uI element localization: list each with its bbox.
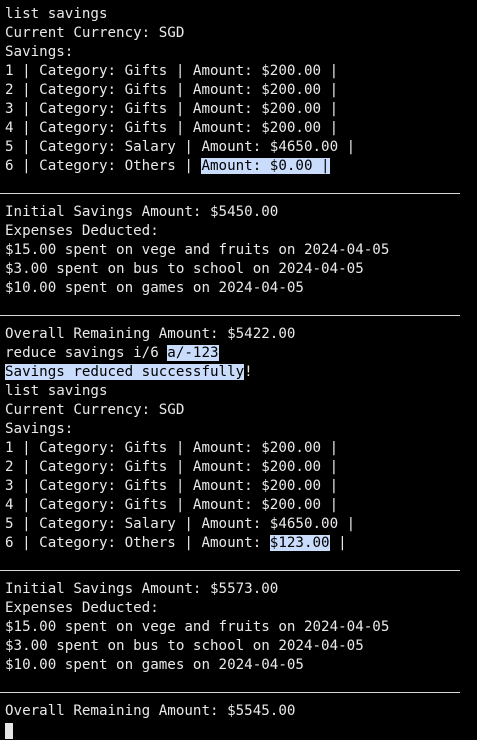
savings-row: 5 | Category: Salary | Amount: $4650.00 …	[5, 516, 356, 532]
terminal-output[interactable]: ... list savings Current Currency: SGD S…	[0, 0, 477, 740]
overall-remaining-line: Overall Remaining Amount: $5422.00	[5, 326, 296, 342]
currency-line: Current Currency: SGD	[5, 25, 185, 41]
reduce-command-line: reduce savings i/6 a/-123	[5, 344, 477, 363]
expenses-header: Expenses Deducted:	[5, 600, 159, 616]
expense-line: $15.00 spent on vege and fruits on 2024-…	[5, 619, 390, 635]
reduce-result-line: Savings reduced successfully!	[5, 363, 477, 382]
savings-row-text: 6 | Category: Others | Amount:	[5, 535, 270, 551]
divider	[0, 561, 477, 580]
savings-row: 6 | Category: Others | Amount: $123.00 |	[5, 534, 477, 553]
command-line: list savings	[5, 6, 108, 22]
savings-row: 2 | Category: Gifts | Amount: $200.00 |	[5, 82, 339, 98]
savings-row: 4 | Category: Gifts | Amount: $200.00 |	[5, 120, 339, 136]
savings-row-text: 6 | Category: Others |	[5, 158, 202, 174]
overall-remaining-line: Overall Remaining Amount: $5545.00	[5, 703, 296, 719]
selected-text[interactable]: $123.00	[269, 535, 330, 551]
text-cursor	[5, 723, 13, 739]
expense-line: $15.00 spent on vege and fruits on 2024-…	[5, 242, 390, 258]
savings-row: 1 | Category: Gifts | Amount: $200.00 |	[5, 440, 339, 456]
savings-row: 5 | Category: Salary | Amount: $4650.00 …	[5, 139, 356, 155]
expenses-header: Expenses Deducted:	[5, 223, 159, 239]
divider	[0, 683, 477, 702]
expense-line: $10.00 spent on games on 2024-04-05	[5, 657, 304, 673]
reduce-command-text: reduce savings i/6	[5, 345, 168, 361]
initial-savings-line: Initial Savings Amount: $5450.00	[5, 204, 279, 220]
command-line: list savings	[5, 383, 108, 399]
savings-row: 6 | Category: Others | Amount: $0.00 |	[5, 157, 477, 176]
divider	[0, 306, 477, 325]
initial-savings-line: Initial Savings Amount: $5573.00	[5, 581, 279, 597]
savings-header: Savings:	[5, 421, 74, 437]
selected-text[interactable]: a/-123	[167, 345, 219, 361]
currency-line: Current Currency: SGD	[5, 402, 185, 418]
selected-text[interactable]: Amount: $0.00 |	[201, 158, 330, 174]
savings-row: 1 | Category: Gifts | Amount: $200.00 |	[5, 63, 339, 79]
savings-row: 3 | Category: Gifts | Amount: $200.00 |	[5, 478, 339, 494]
savings-row: 4 | Category: Gifts | Amount: $200.00 |	[5, 497, 339, 513]
expense-line: $3.00 spent on bus to school on 2024-04-…	[5, 261, 364, 277]
prompt-line[interactable]	[5, 721, 477, 740]
divider	[0, 184, 477, 203]
savings-row-suffix: |	[329, 535, 347, 551]
savings-row: 3 | Category: Gifts | Amount: $200.00 |	[5, 101, 339, 117]
reduce-result-suffix: !	[244, 364, 253, 380]
selected-text[interactable]: Savings reduced successfully	[5, 364, 245, 380]
expense-line: $10.00 spent on games on 2024-04-05	[5, 280, 304, 296]
savings-header: Savings:	[5, 44, 74, 60]
expense-line: $3.00 spent on bus to school on 2024-04-…	[5, 638, 364, 654]
savings-row: 2 | Category: Gifts | Amount: $200.00 |	[5, 459, 339, 475]
